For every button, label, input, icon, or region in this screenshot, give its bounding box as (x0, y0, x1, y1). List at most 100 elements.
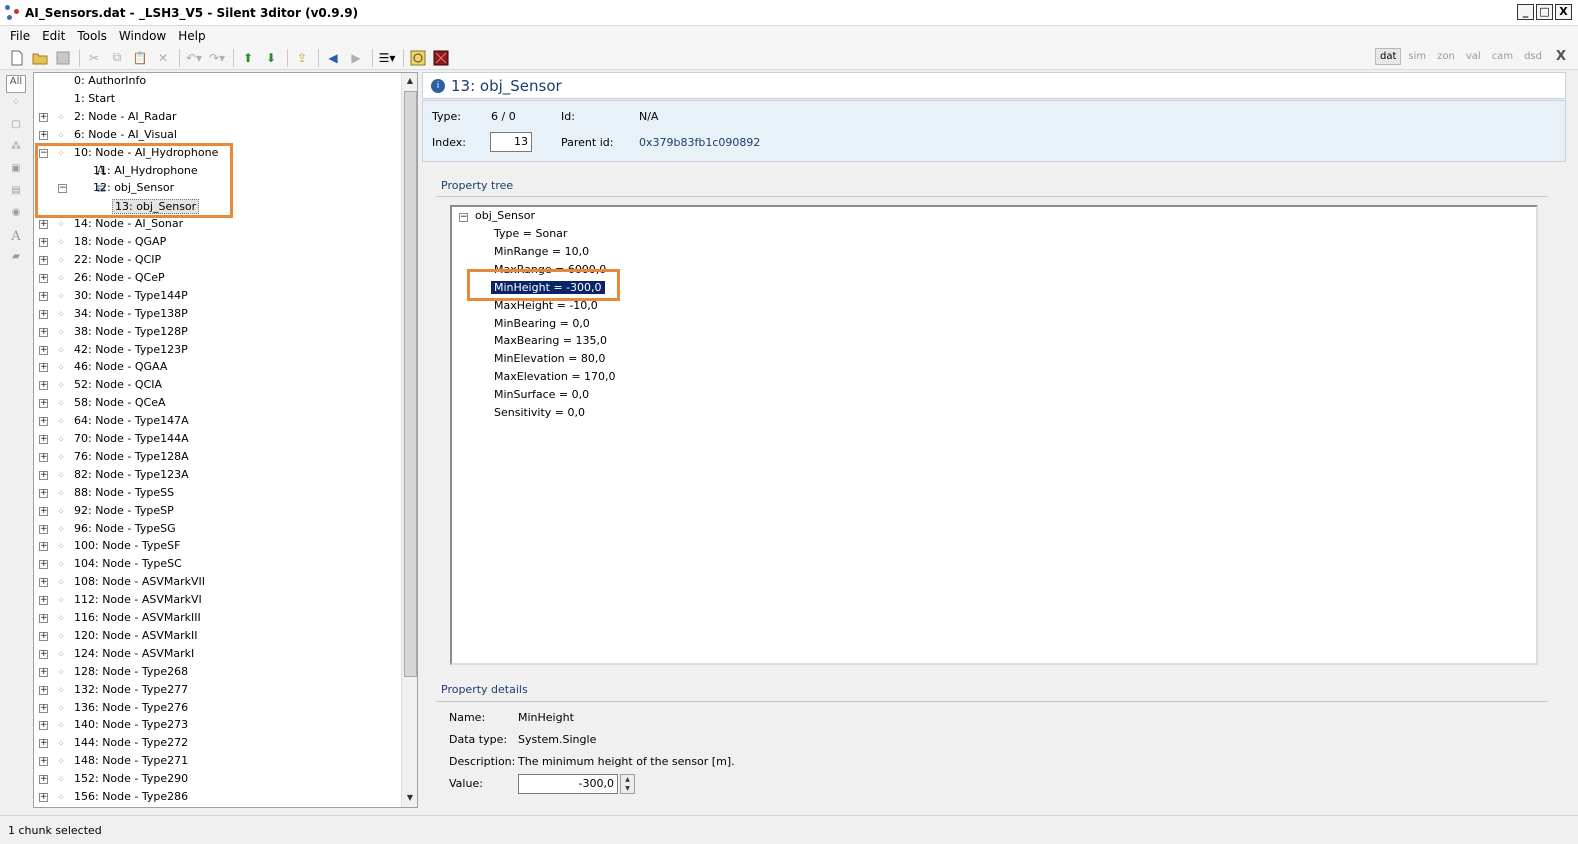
property-item[interactable]: MinRange = 10,0 (494, 245, 589, 258)
new-file-icon[interactable] (8, 49, 26, 67)
menu-edit[interactable]: Edit (36, 29, 71, 43)
redo-icon[interactable]: ↷▾ (208, 49, 226, 67)
menu-help[interactable]: Help (172, 29, 211, 43)
expand-icon[interactable]: + (39, 667, 48, 677)
expand-icon[interactable]: + (39, 327, 48, 337)
index-field[interactable]: 13 (490, 132, 532, 152)
paste-icon[interactable]: 📋 (131, 49, 149, 67)
expand-icon[interactable]: + (39, 721, 48, 731)
tree-item[interactable]: + ⁘ 14: Node - AI_Sonar (34, 216, 400, 234)
expand-icon[interactable]: + (39, 524, 48, 534)
tree-item[interactable]: + ⁘ 96: Node - TypeSG (34, 521, 400, 539)
expand-icon[interactable]: + (39, 345, 48, 355)
tree-scrollbar[interactable]: ▲ ▼ (401, 73, 417, 807)
tree-item[interactable]: + ⁘ 144: Node - Type272 (34, 735, 400, 753)
tree-item[interactable]: + ⁘ 128: Node - Type268 (34, 664, 400, 682)
tree-item[interactable]: + ⁘ 104: Node - TypeSC (34, 556, 400, 574)
value-stepper[interactable]: ▲ ▼ (620, 774, 635, 794)
tree-item[interactable]: + ⁘ 132: Node - Type277 (34, 682, 400, 700)
tree-item[interactable]: + ⁘ 52: Node - QCIA (34, 377, 400, 395)
delete-icon[interactable]: ✕ (154, 49, 172, 67)
filter-object-icon[interactable]: ◉ (6, 207, 26, 225)
expand-icon[interactable]: + (39, 417, 48, 427)
tree-item[interactable]: + ⁘ 140: Node - Type273 (34, 717, 400, 735)
texture-icon[interactable] (432, 49, 450, 67)
cut-icon[interactable]: ✂ (85, 49, 103, 67)
tree-item[interactable]: + ⁘ 38: Node - Type128P (34, 324, 400, 342)
tree-item[interactable]: + ⁘ 46: Node - QGAA (34, 359, 400, 377)
expand-icon[interactable]: + (39, 703, 48, 713)
mode-tab-cam[interactable]: cam (1488, 49, 1517, 64)
expand-icon[interactable]: + (39, 614, 48, 623)
expand-icon[interactable]: + (39, 363, 48, 373)
expand-icon[interactable]: + (39, 596, 48, 606)
expand-icon[interactable]: + (39, 399, 48, 409)
expand-icon[interactable]: + (39, 775, 48, 785)
expand-icon[interactable]: + (39, 631, 48, 641)
property-item[interactable]: Sensitivity = 0,0 (494, 406, 585, 419)
tree-item[interactable]: + ⁘ 26: Node - QCeP (34, 270, 400, 288)
close-document-button[interactable]: X (1556, 49, 1566, 64)
collapse-icon[interactable]: − (459, 213, 468, 222)
expand-icon[interactable]: + (39, 488, 48, 498)
expand-icon[interactable]: + (39, 452, 48, 462)
filter-text-icon[interactable]: A (6, 229, 26, 247)
expand-icon[interactable]: + (39, 238, 48, 248)
expand-icon[interactable]: + (39, 470, 48, 480)
expand-icon[interactable]: + (39, 560, 48, 570)
tree-item[interactable]: + ⁘ 100: Node - TypeSF (34, 538, 400, 556)
tree-item[interactable]: + ⁘ 2: Node - AI_Radar (34, 109, 400, 127)
back-icon[interactable]: ◀ (324, 49, 342, 67)
import-icon[interactable]: ⇪ (293, 49, 311, 67)
forward-icon[interactable]: ▶ (347, 49, 365, 67)
move-up-icon[interactable]: ⬆ (239, 49, 257, 67)
scroll-thumb[interactable] (404, 91, 417, 677)
filter-node-icon[interactable]: ⁘ (6, 97, 26, 115)
expand-icon[interactable]: + (39, 273, 48, 283)
maximize-button[interactable]: □ (1536, 4, 1553, 20)
filter-surface-icon[interactable]: ▰ (6, 251, 26, 269)
expand-icon[interactable]: + (39, 649, 48, 659)
tree-item[interactable]: + ⁘ 124: Node - ASVMarkI (34, 646, 400, 664)
expand-icon[interactable]: + (39, 291, 48, 301)
expand-icon[interactable]: + (39, 739, 48, 749)
property-item[interactable]: MinBearing = 0,0 (494, 317, 590, 330)
scroll-down-arrow-icon[interactable]: ▼ (405, 793, 415, 802)
expand-icon[interactable]: + (39, 757, 48, 767)
filter-document-icon[interactable]: ▤ (6, 185, 26, 203)
tree-item[interactable]: + ⁘ 64: Node - Type147A (34, 413, 400, 431)
filter-image-icon[interactable]: ▣ (6, 163, 26, 181)
expand-icon[interactable]: + (39, 542, 48, 552)
tree-item[interactable]: + ⁘ 82: Node - Type123A (34, 467, 400, 485)
tree-item[interactable]: + ⁘ 92: Node - TypeSP (34, 503, 400, 521)
tree-item[interactable]: + ⁘ 76: Node - Type128A (34, 449, 400, 467)
expand-icon[interactable]: + (39, 130, 48, 140)
expand-icon[interactable]: + (39, 506, 48, 516)
mode-tab-zon[interactable]: zon (1433, 49, 1459, 64)
tree-item[interactable]: + ⁘ 148: Node - Type271 (34, 753, 400, 771)
tree-item[interactable]: 1: Start (34, 91, 400, 109)
tree-item[interactable]: + ⁘ 22: Node - QCIP (34, 252, 400, 270)
tree-item[interactable]: + ⁘ 6: Node - AI_Visual (34, 127, 400, 145)
filter-group-icon[interactable]: ⁂ (6, 141, 26, 159)
property-item[interactable]: MaxBearing = 135,0 (494, 334, 607, 347)
property-item[interactable]: MinSurface = 0,0 (494, 388, 589, 401)
property-item[interactable]: Type = Sonar (494, 227, 567, 240)
plugin-icon[interactable] (409, 49, 427, 67)
expand-icon[interactable]: + (39, 793, 48, 802)
menu-file[interactable]: File (4, 29, 36, 43)
filter-mesh-icon[interactable]: ▢ (6, 119, 26, 137)
tree-item[interactable]: + ⁘ 88: Node - TypeSS (34, 485, 400, 503)
mode-tab-val[interactable]: val (1462, 49, 1485, 64)
expand-icon[interactable]: + (39, 309, 48, 319)
expand-icon[interactable]: + (39, 112, 48, 122)
expand-icon[interactable]: + (39, 685, 48, 695)
mode-tab-dat[interactable]: dat (1375, 48, 1402, 65)
close-button[interactable]: X (1555, 4, 1572, 20)
menu-tools[interactable]: Tools (71, 29, 113, 43)
tree-item[interactable]: + ⁘ 30: Node - Type144P (34, 288, 400, 306)
copy-icon[interactable]: ⧉ (108, 49, 126, 67)
menu-window[interactable]: Window (113, 29, 172, 43)
tree-item[interactable]: + ⁘ 58: Node - QCeA (34, 395, 400, 413)
expand-icon[interactable]: + (39, 220, 48, 230)
